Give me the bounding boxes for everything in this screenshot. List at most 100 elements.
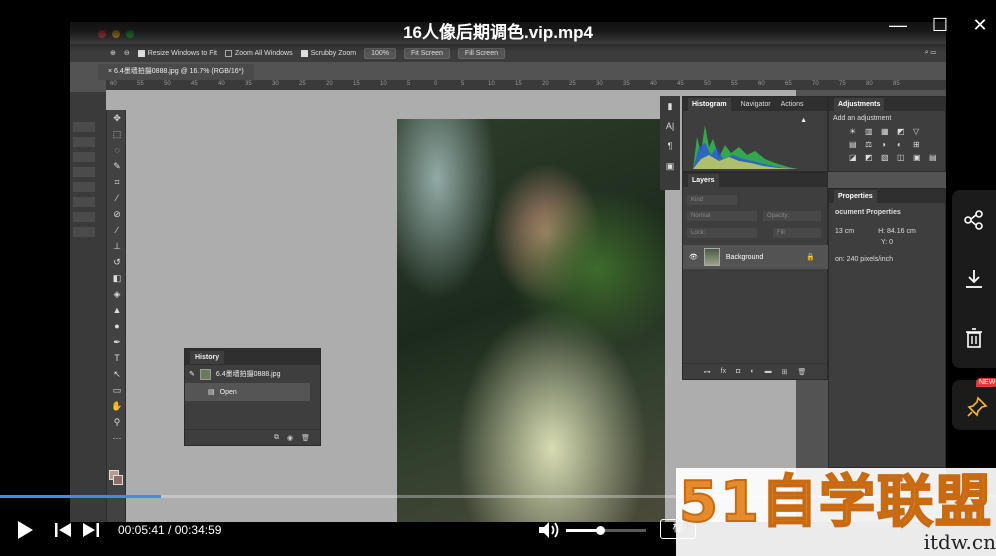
side-action-bar — [952, 190, 996, 368]
ruler-tick: 35 — [623, 81, 630, 87]
close-icon: × — [108, 68, 113, 75]
adjustments-panel: Adjustments Add an adjustment ☀ ▥ ▦ ◩ ▽ ▤ ⚖ ◑ ◐… — [828, 96, 946, 172]
trash-icon: 🗑 — [301, 434, 310, 442]
ruler-tick: 25 — [299, 81, 306, 87]
warning-icon: ▲ — [800, 117, 807, 124]
snapshot-thumbnail — [199, 368, 211, 380]
histogram-panel: Histogram Navigator Actions ▲ — [682, 96, 828, 172]
dodge-tool-icon: ● — [114, 321, 120, 331]
notes-icon: ▣ — [665, 161, 675, 171]
ruler-tick: 30 — [596, 81, 603, 87]
ruler-tick: 55 — [137, 81, 144, 87]
paint-bucket-icon: ◈ — [113, 289, 121, 299]
portrait-photo — [397, 119, 665, 522]
ruler-tick: 30 — [272, 81, 279, 87]
share-icon[interactable] — [963, 209, 985, 231]
document-tab: × 6.4墨墙拍摄0888.jpg @ 16.7% (RGB/16*) — [98, 64, 254, 80]
new-document-icon: ⧉ — [274, 433, 279, 441]
marquee-tool-icon: ⬚ — [112, 129, 122, 139]
time-display: 00:05:41 / 00:34:59 — [118, 523, 222, 537]
type-tool-icon: T — [114, 353, 120, 363]
ruler-tick: 65 — [785, 81, 792, 87]
maximize-icon[interactable]: ☐ — [929, 14, 951, 36]
ruler-tick: 25 — [569, 81, 576, 87]
properties-panel: Properties ocument Properties 13 cm H: 8… — [828, 188, 946, 468]
pen-tool-icon: ✒ — [113, 337, 121, 347]
document-icon: ▤ — [208, 389, 215, 396]
path-select-icon: ↖ — [113, 369, 121, 379]
layers-panel: Layers Kind Normal Opacity: Lock: Fill: … — [682, 172, 829, 380]
tab-layers: Layers — [688, 173, 719, 187]
watermark-url: itdw.cn — [923, 530, 996, 554]
history-panel: History ✎ 6.4墨墙拍摄0888.jpg ▤ Open ⧉ ◉ 🗑 — [184, 348, 321, 446]
brush-tool-icon: ∕ — [116, 225, 118, 235]
history-snapshot: ✎ 6.4墨墙拍摄0888.jpg — [185, 365, 320, 383]
ruler-tick: 20 — [542, 81, 549, 87]
next-icon[interactable] — [82, 522, 100, 538]
adjustment-icons: ☀ ▥ ▦ ◩ ▽ ▤ ⚖ ◑ ◐ ⊞ ◪ ◩ ▧ ◫ ▣ ▤ — [849, 127, 937, 162]
properties-title: ocument Properties — [835, 209, 901, 216]
folder-icon: ▬ — [764, 368, 772, 375]
lasso-tool-icon: ◌ — [114, 145, 120, 155]
blur-tool-icon: ▲ — [112, 305, 122, 315]
close-window-icon[interactable]: ✕ — [969, 14, 991, 36]
delete-layer-icon: 🗑 — [797, 368, 807, 376]
camera-icon: ◉ — [287, 434, 294, 442]
eyedropper-icon: ⁄ — [116, 193, 118, 203]
video-player: ⊕ ⊖ Resize Windows to Fit Zoom All Windo… — [0, 0, 996, 556]
layer-background: 👁 Background 🔒 — [683, 245, 829, 269]
ruler-tick: 5 — [407, 81, 411, 87]
lock-label: Lock: — [687, 228, 757, 238]
volume-knob[interactable] — [595, 526, 605, 535]
ruler-tick: 70 — [812, 81, 819, 87]
watermark: 51自学联盟 itdw.cn — [676, 468, 996, 556]
history-tab: History — [190, 350, 225, 364]
minimize-icon[interactable]: — — [887, 14, 909, 36]
ruler-tick: 20 — [326, 81, 333, 87]
ruler-tick: 85 — [893, 81, 900, 87]
character-icon: ▮ — [667, 101, 673, 111]
ruler-tick: 40 — [650, 81, 657, 87]
ruler-tick: 10 — [380, 81, 387, 87]
y-position: Y: 0 — [881, 239, 894, 246]
adjustment-layer-icon: ◐ — [750, 368, 755, 375]
lock-icon: 🔒 — [806, 254, 815, 261]
tab-actions: Actions — [780, 100, 804, 108]
title-bar: 16人像后期调色.vip.mp4 — ☐ ✕ — [0, 0, 996, 52]
video-title: 16人像后期调色.vip.mp4 — [403, 23, 593, 42]
shape-tool-icon: ▭ — [112, 385, 122, 395]
zoom-tool-icon: ⚲ — [113, 417, 121, 427]
play-icon[interactable] — [16, 520, 34, 540]
resolution: on: 240 pixels/inch — [835, 256, 893, 263]
download-icon[interactable] — [963, 268, 985, 290]
tab-histogram: Histogram — [688, 97, 731, 111]
ruler-tick: 15 — [353, 81, 360, 87]
opacity-label: Opacity: — [763, 211, 821, 221]
layer-thumbnail — [703, 248, 720, 266]
time-total: 00:34:59 — [174, 523, 222, 537]
trash-icon[interactable] — [963, 327, 985, 349]
progress-fill — [0, 495, 162, 498]
ruler-tick: 40 — [218, 81, 225, 87]
tab-navigator: Navigator — [740, 100, 771, 108]
type-icon: A| — [665, 121, 675, 131]
history-brush-icon: ↺ — [113, 257, 121, 267]
time-current: 00:05:41 — [118, 523, 165, 537]
mask-icon: ◘ — [736, 368, 741, 375]
pin-button[interactable]: NEW — [952, 378, 996, 430]
video-frame[interactable]: ⊕ ⊖ Resize Windows to Fit Zoom All Windo… — [70, 22, 946, 522]
ruler-tick: 10 — [488, 81, 495, 87]
layer-filter: Kind — [687, 195, 737, 205]
volume-icon[interactable] — [538, 521, 560, 539]
ruler-tick: 55 — [731, 81, 738, 87]
blend-mode: Normal — [687, 211, 757, 221]
ruler-tick: 50 — [164, 81, 171, 87]
histogram-graph — [693, 125, 798, 169]
fill-label: Fill: — [773, 228, 821, 238]
dimension-row: 13 cm H: 84.16 cm — [835, 228, 916, 235]
ruler-tick: 5 — [461, 81, 465, 87]
ruler-tick: 15 — [515, 81, 522, 87]
volume-slider[interactable] — [566, 526, 646, 535]
ruler-tick: 45 — [677, 81, 684, 87]
previous-icon[interactable] — [54, 522, 72, 538]
